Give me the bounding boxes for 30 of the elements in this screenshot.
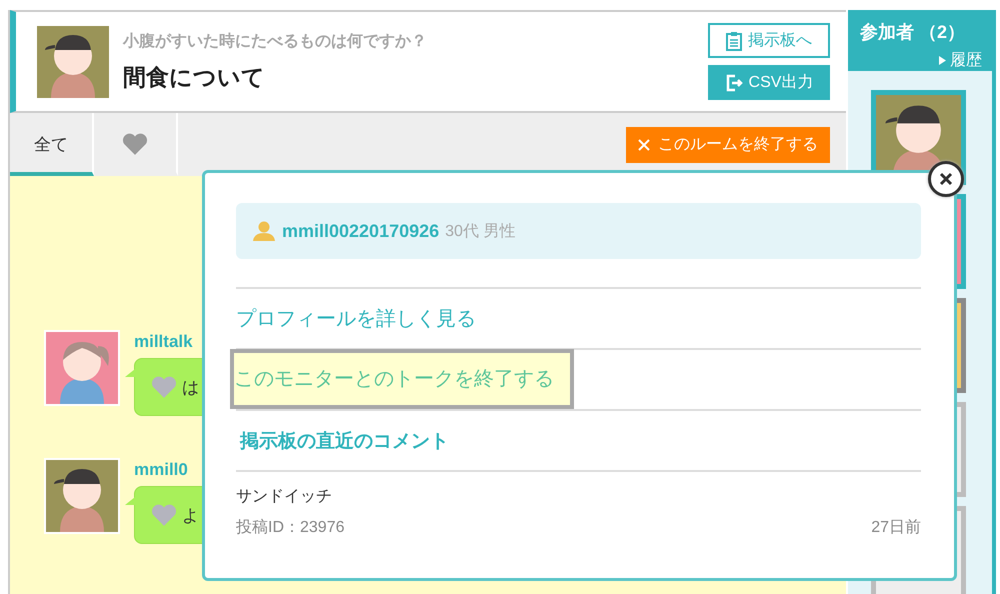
person-icon	[252, 221, 276, 241]
heart-icon	[122, 132, 148, 156]
triangle-icon	[939, 56, 946, 65]
topic-title: 間食について	[123, 62, 266, 92]
heart-icon	[151, 504, 177, 526]
popup-link[interactable]: プロフィールを詳しく見る	[236, 305, 476, 332]
popup-link[interactable]: このモニターとのトークを終了する	[230, 348, 574, 408]
post-age: 27日前	[871, 518, 921, 538]
user-name: mmill00220170926	[282, 220, 440, 242]
board-button[interactable]: 掲示板へ	[708, 23, 830, 58]
section-title: 掲示板の直近のコメント	[238, 430, 449, 454]
participants-title: 参加者 （2）	[860, 21, 966, 44]
avatar-icon	[46, 460, 118, 532]
history-link[interactable]: 履歴	[939, 50, 982, 71]
close-icon	[939, 172, 953, 186]
message-author: mmill0	[134, 460, 189, 480]
export-icon	[724, 74, 743, 92]
user-meta: 30代 男性	[445, 222, 516, 242]
topic-question: 小腹がすいた時にたべるものは何ですか？	[123, 32, 428, 52]
all-tab[interactable]: 全て	[10, 113, 94, 176]
heart-icon	[151, 376, 177, 398]
end-room-button[interactable]: このルームを終了する	[626, 126, 830, 162]
csv-export-button[interactable]: CSV出力	[708, 65, 830, 100]
avatar-icon	[46, 332, 118, 404]
comment-text: サンドイッチ	[236, 487, 333, 507]
post-id: 投稿ID：23976	[236, 518, 344, 538]
clipboard-icon	[726, 30, 742, 50]
close-icon	[638, 138, 650, 150]
message-author: milltalk	[134, 332, 194, 352]
avatar-icon	[37, 26, 109, 98]
